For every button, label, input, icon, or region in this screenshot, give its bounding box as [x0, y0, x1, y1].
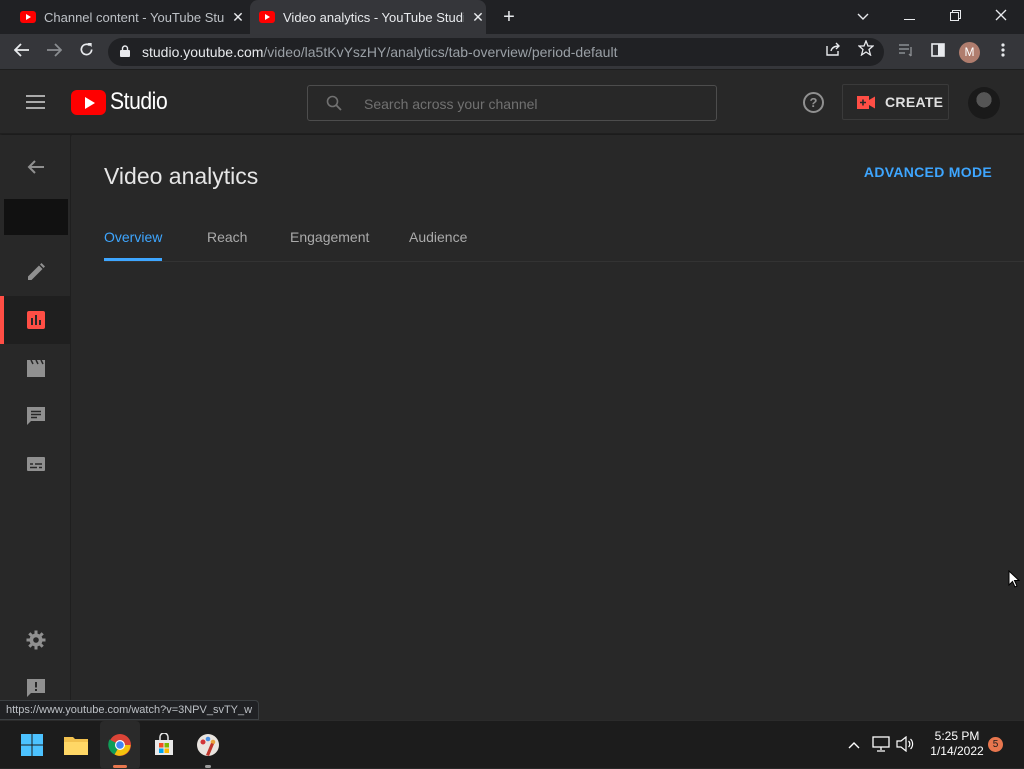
arrow-back-icon: [27, 160, 44, 174]
forward-button[interactable]: [40, 38, 68, 66]
tab-overview[interactable]: Overview: [104, 229, 162, 245]
sidebar-item-details[interactable]: [0, 248, 71, 296]
restore-button[interactable]: [932, 0, 978, 32]
tab-reach[interactable]: Reach: [207, 229, 247, 245]
lock-icon: [120, 45, 130, 57]
clock-time: 5:25 PM: [934, 729, 980, 743]
windows-start-icon[interactable]: [16, 729, 48, 761]
url-text: studio.youtube.com/video/la5tKvYszHY/ana…: [142, 44, 617, 60]
youtube-favicon-icon: [20, 11, 36, 23]
link-status-bar: https://www.youtube.com/watch?v=3NPV_svT…: [0, 700, 260, 720]
subtitles-icon: [26, 457, 45, 471]
help-icon[interactable]: ?: [803, 92, 824, 113]
back-button[interactable]: [8, 38, 36, 66]
studio-logo-text: Studio: [110, 88, 168, 115]
comments-icon: [26, 407, 45, 425]
network-icon[interactable]: [872, 736, 890, 754]
paint-app-icon[interactable]: [192, 729, 224, 761]
youtube-favicon-icon: [259, 11, 275, 23]
sidebar-item-settings[interactable]: [0, 616, 71, 664]
bookmark-star-icon[interactable]: [853, 39, 879, 65]
share-icon[interactable]: [820, 39, 846, 65]
sidebar: [0, 135, 71, 720]
studio-header: Studio Search across your channel ? CREA…: [0, 70, 1024, 134]
clock-date: 1/14/2022: [930, 744, 984, 758]
reading-list-icon[interactable]: [892, 38, 920, 66]
gear-icon: [26, 630, 45, 650]
taskbar-clock[interactable]: 5:25 PM 1/14/2022: [922, 729, 992, 759]
video-thumbnail[interactable]: [4, 199, 68, 235]
feedback-icon: [26, 679, 45, 697]
show-hidden-icons-chevron-icon[interactable]: [845, 736, 863, 754]
address-bar[interactable]: studio.youtube.com/video/la5tKvYszHY/ana…: [108, 38, 884, 66]
browser-tab-video-analytics[interactable]: Video analytics - YouTube Studio ✕: [250, 0, 486, 34]
browser-tab-title: Video analytics - YouTube Studio: [283, 9, 464, 25]
sidebar-item-comments[interactable]: [0, 392, 71, 440]
channel-avatar[interactable]: [968, 87, 1000, 119]
close-tab-icon[interactable]: ✕: [470, 9, 486, 26]
browser-tab-channel-content[interactable]: Channel content - YouTube Studio ✕: [12, 0, 246, 34]
browser-menu-icon[interactable]: [989, 38, 1017, 66]
tab-engagement[interactable]: Engagement: [290, 229, 369, 245]
page-title: Video analytics: [104, 163, 259, 189]
mouse-cursor-icon: [1008, 570, 1020, 588]
volume-icon[interactable]: [896, 735, 914, 754]
youtube-logo-icon: [71, 89, 106, 115]
notification-badge[interactable]: 5: [988, 737, 1003, 752]
close-tab-icon[interactable]: ✕: [230, 9, 246, 26]
taskbar: 5:25 PM 1/14/2022 5: [0, 720, 1024, 769]
sidebar-item-analytics[interactable]: [0, 296, 71, 344]
new-tab-button[interactable]: +: [497, 5, 521, 29]
search-icon: [326, 95, 342, 111]
channel-search-input[interactable]: Search across your channel: [307, 85, 717, 121]
browser-toolbar: studio.youtube.com/video/la5tKvYszHY/ana…: [0, 34, 1024, 70]
sidebar-item-subtitles[interactable]: [0, 440, 71, 488]
advanced-mode-button[interactable]: ADVANCED MODE: [864, 164, 992, 180]
chrome-icon[interactable]: [104, 729, 136, 761]
create-button[interactable]: CREATE: [842, 84, 949, 120]
search-placeholder: Search across your channel: [364, 96, 538, 112]
tab-audience[interactable]: Audience: [409, 229, 467, 245]
minimize-button[interactable]: [886, 0, 932, 32]
url-path: /video/la5tKvYszHY/analytics/tab-overvie…: [263, 44, 618, 60]
url-host: studio.youtube.com: [142, 44, 264, 60]
side-panel-icon[interactable]: [924, 38, 952, 66]
clapperboard-icon: [26, 359, 45, 377]
file-explorer-icon[interactable]: [60, 729, 92, 761]
analytics-icon: [26, 311, 45, 329]
browser-tab-title: Channel content - YouTube Studio: [44, 9, 224, 25]
sidebar-item-editor[interactable]: [0, 344, 71, 392]
tabs-divider: [104, 261, 1024, 262]
studio-logo[interactable]: Studio: [71, 88, 175, 115]
create-button-label: CREATE: [885, 94, 944, 110]
close-window-button[interactable]: [978, 0, 1024, 32]
menu-icon[interactable]: [26, 95, 45, 109]
main-content: Video analytics ADVANCED MODE Overview R…: [72, 135, 1024, 720]
pencil-icon: [27, 263, 45, 280]
microsoft-store-icon[interactable]: [148, 729, 180, 761]
video-camera-icon: [857, 95, 875, 109]
back-to-content-button[interactable]: [0, 143, 71, 191]
reload-button[interactable]: [72, 38, 100, 66]
browser-tab-strip: Channel content - YouTube Studio ✕ Video…: [0, 0, 1024, 34]
tab-search-chevron-icon[interactable]: [840, 0, 886, 32]
profile-avatar[interactable]: M: [959, 42, 980, 63]
